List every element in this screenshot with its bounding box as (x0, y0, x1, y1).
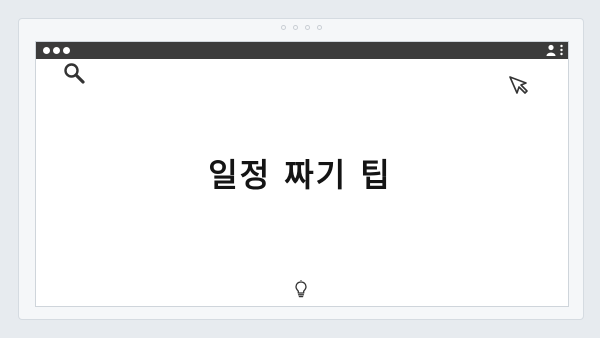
window-dot-icon[interactable] (63, 47, 70, 54)
profile-icon[interactable] (546, 44, 556, 56)
carousel-dot[interactable] (280, 25, 286, 30)
search-icon (64, 63, 85, 84)
carousel-dots (19, 25, 583, 30)
carousel-dot[interactable] (316, 25, 322, 30)
kebab-menu-icon[interactable] (560, 44, 563, 56)
cursor-arrow-icon (509, 76, 528, 94)
browser-titlebar (36, 42, 568, 59)
titlebar-icons (546, 44, 563, 56)
page-title: 일정 짜기 팁 (208, 156, 392, 194)
window-dot-icon[interactable] (43, 47, 50, 54)
carousel-dot[interactable] (304, 25, 310, 30)
window-dot-icon[interactable] (53, 47, 60, 54)
window-controls (43, 47, 70, 54)
carousel-dot[interactable] (292, 25, 298, 30)
lightbulb-icon (295, 280, 307, 298)
